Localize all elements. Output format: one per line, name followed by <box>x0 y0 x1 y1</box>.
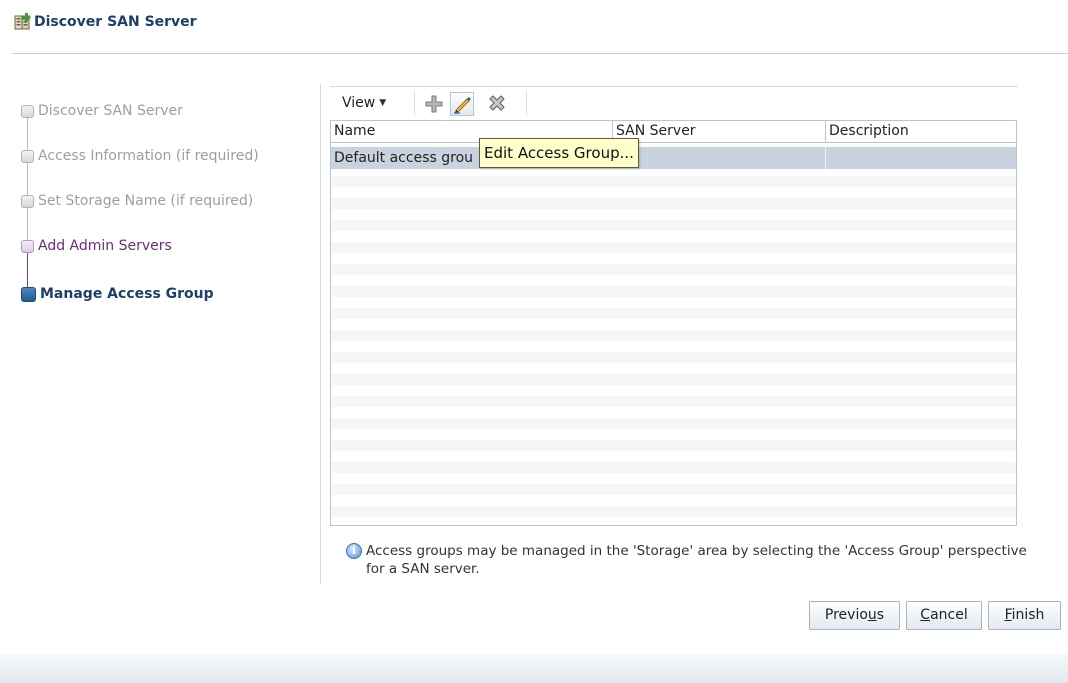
column-header-san-server[interactable]: SAN Server <box>613 121 826 142</box>
table-toolbar: View ▼ <box>330 86 1018 128</box>
cell-description <box>826 147 1016 169</box>
train-step-discover-san-server: Discover SAN Server <box>21 103 183 119</box>
train-step-manage-access-group: Manage Access Group <box>21 286 214 302</box>
dialog-title-text: Discover SAN Server <box>34 13 197 30</box>
storage-add-icon <box>14 13 31 30</box>
edit-access-group-tooltip: Edit Access Group... <box>479 138 639 168</box>
step-indicator <box>21 104 34 118</box>
train-connector <box>27 118 28 152</box>
delete-icon[interactable] <box>485 92 509 116</box>
train-connector-visited <box>27 253 28 287</box>
cancel-label-end: ancel <box>930 607 968 623</box>
add-icon[interactable] <box>422 92 446 116</box>
step-indicator <box>21 286 36 302</box>
edit-icon[interactable] <box>450 92 474 116</box>
train-step-access-information: Access Information (if required) <box>21 148 259 164</box>
dialog-footer-strip <box>0 654 1068 683</box>
table-header: Name SAN Server Description <box>331 121 1016 143</box>
panel-divider <box>320 84 321 584</box>
train-step-set-storage-name: Set Storage Name (if required) <box>21 193 253 209</box>
finish-label-end: inish <box>1011 607 1045 623</box>
column-header-description[interactable]: Description <box>826 121 1016 142</box>
train-step-add-admin-servers[interactable]: Add Admin Servers <box>21 238 172 254</box>
chevron-down-icon: ▼ <box>379 98 387 108</box>
train-connector <box>27 163 28 197</box>
step-label: Access Information (if required) <box>38 148 259 164</box>
access-group-table: Name SAN Server Description Default acce… <box>330 120 1017 526</box>
info-text: Access groups may be managed in the 'Sto… <box>366 543 1027 577</box>
info-message: i Access groups may be managed in the 'S… <box>346 542 1046 578</box>
dialog-title: Discover SAN Server <box>14 13 197 30</box>
previous-label-start: Previo <box>824 607 868 623</box>
table-row[interactable]: Default access grou <box>331 147 1016 169</box>
info-icon: i <box>346 543 362 559</box>
step-indicator <box>21 149 34 163</box>
toolbar-separator <box>414 91 415 115</box>
previous-label-end: s <box>876 607 885 623</box>
step-label: Discover SAN Server <box>38 103 183 119</box>
train-connector <box>27 208 28 242</box>
step-label[interactable]: Add Admin Servers <box>38 238 172 254</box>
toolbar-separator <box>526 91 527 115</box>
view-menu-button[interactable]: View ▼ <box>342 95 386 111</box>
step-indicator <box>21 194 34 208</box>
cancel-mnemonic: C <box>920 607 931 623</box>
previous-mnemonic: u <box>867 607 877 623</box>
step-label: Set Storage Name (if required) <box>38 193 254 209</box>
finish-button[interactable]: Finish <box>988 601 1061 630</box>
step-label: Manage Access Group <box>40 286 214 302</box>
view-menu-label: View <box>342 95 376 111</box>
cell-san-server <box>613 147 826 169</box>
previous-button[interactable]: Previous <box>809 601 900 630</box>
cancel-button[interactable]: Cancel <box>906 601 982 630</box>
finish-mnemonic: F <box>1004 607 1012 623</box>
step-indicator <box>21 239 34 253</box>
header-divider <box>12 53 1068 54</box>
